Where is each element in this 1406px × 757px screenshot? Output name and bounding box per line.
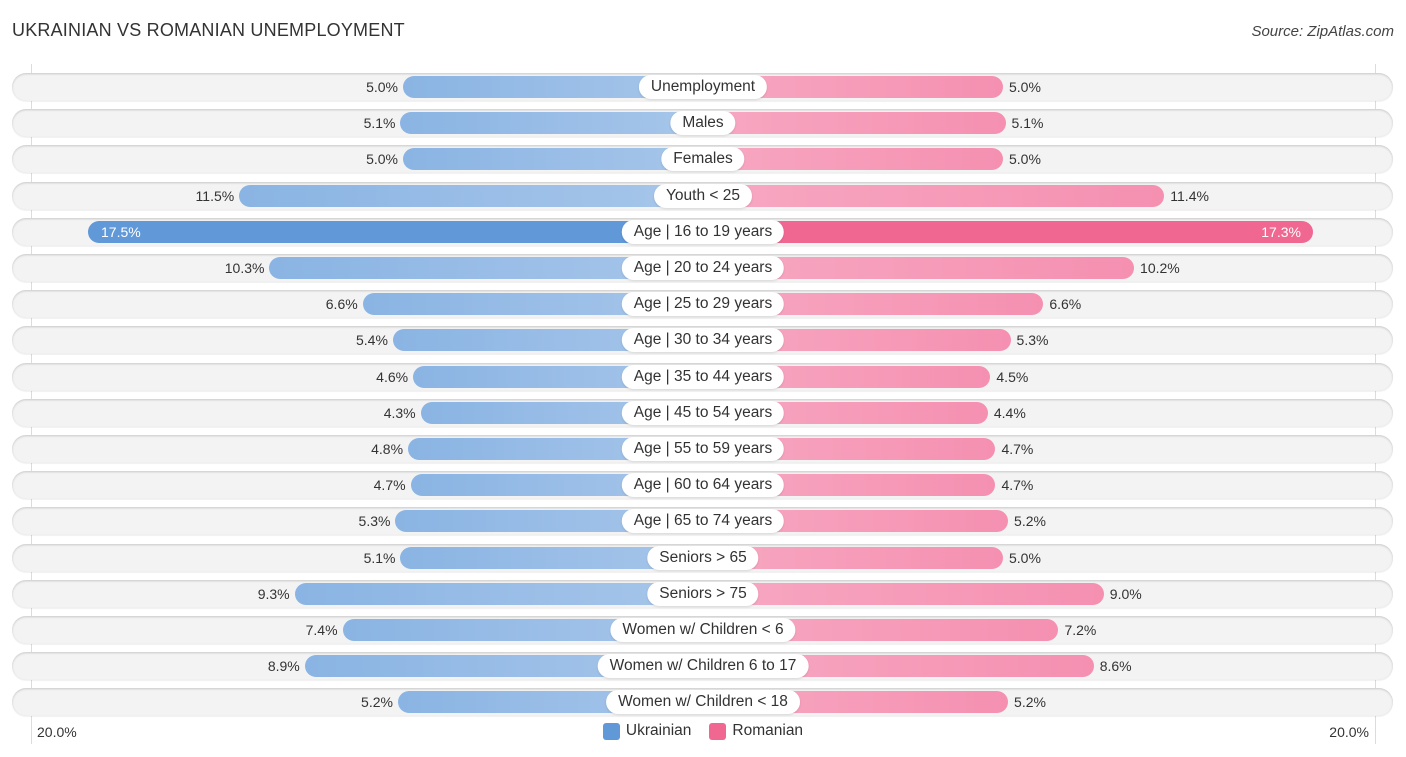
bar-romanian[interactable]: [703, 148, 1003, 170]
value-label-romanian: 4.4%: [993, 405, 1026, 421]
value-label-ukrainian: 5.2%: [361, 694, 393, 710]
category-label: Age | 55 to 59 years: [621, 437, 785, 461]
value-label-ukrainian: 4.3%: [383, 405, 416, 421]
value-label-romanian: 5.2%: [1014, 513, 1046, 529]
value-label-ukrainian: 5.0%: [366, 79, 398, 95]
value-label-ukrainian: 7.4%: [305, 622, 338, 638]
category-label: Age | 45 to 54 years: [621, 401, 785, 425]
bar-ukrainian[interactable]: [400, 112, 703, 134]
category-label: Age | 20 to 24 years: [621, 256, 785, 280]
category-label: Women w/ Children < 18: [606, 690, 800, 714]
category-label: Women w/ Children 6 to 17: [597, 654, 809, 678]
legend: Ukrainian Romanian: [0, 722, 1406, 740]
value-label-ukrainian: 11.5%: [195, 188, 235, 204]
category-label: Youth < 25: [654, 184, 752, 208]
legend-label-romanian: Romanian: [732, 722, 804, 739]
value-label-ukrainian: 5.1%: [363, 115, 396, 131]
value-label-romanian: 6.6%: [1049, 296, 1082, 312]
value-label-ukrainian: 5.3%: [358, 513, 391, 529]
category-label: Women w/ Children < 6: [610, 618, 796, 642]
value-label-ukrainian: 4.8%: [371, 441, 404, 457]
category-label: Age | 60 to 64 years: [621, 473, 785, 497]
category-label: Age | 65 to 74 years: [621, 509, 785, 533]
value-label-romanian: 7.2%: [1064, 622, 1097, 638]
category-label: Age | 25 to 29 years: [621, 292, 785, 316]
value-label-ukrainian: 6.6%: [325, 296, 358, 312]
value-label-romanian: 5.0%: [1009, 79, 1041, 95]
source-label: Source: ZipAtlas.com: [1251, 23, 1394, 40]
value-label-romanian: 4.7%: [1001, 441, 1034, 457]
bar-ukrainian[interactable]: [88, 221, 703, 243]
category-label: Age | 35 to 44 years: [621, 365, 785, 389]
value-label-romanian: 5.0%: [1009, 550, 1041, 566]
bar-ukrainian[interactable]: [294, 583, 703, 605]
legend-swatch-ukrainian: [602, 722, 620, 740]
bar-romanian[interactable]: [703, 185, 1165, 207]
value-label-ukrainian: 9.3%: [257, 586, 290, 602]
category-label: Males: [670, 111, 736, 135]
chart-title: UKRAINIAN VS ROMANIAN UNEMPLOYMENT: [12, 20, 405, 40]
value-label-romanian: 10.2%: [1140, 260, 1180, 276]
value-label-romanian: 4.5%: [996, 369, 1029, 385]
value-label-ukrainian: 4.7%: [373, 477, 406, 493]
category-label: Unemployment: [638, 75, 768, 99]
value-label-romanian: 17.3%: [1261, 224, 1301, 240]
value-label-romanian: 5.2%: [1014, 694, 1046, 710]
value-label-romanian: 8.6%: [1099, 658, 1132, 674]
value-label-ukrainian: 17.5%: [101, 224, 141, 240]
bar-ukrainian[interactable]: [239, 185, 703, 207]
category-label: Age | 30 to 34 years: [621, 328, 785, 352]
value-label-romanian: 11.4%: [1170, 188, 1209, 204]
legend-item-ukrainian[interactable]: Ukrainian: [602, 722, 692, 740]
bar-ukrainian[interactable]: [403, 148, 703, 170]
category-label: Seniors > 65: [647, 546, 759, 570]
value-label-romanian: 5.3%: [1016, 332, 1049, 348]
value-label-romanian: 5.0%: [1009, 151, 1041, 167]
bar-romanian[interactable]: [703, 583, 1104, 605]
value-label-ukrainian: 4.6%: [376, 369, 409, 385]
legend-label-ukrainian: Ukrainian: [625, 722, 692, 739]
value-label-romanian: 4.7%: [1001, 477, 1034, 493]
value-label-ukrainian: 5.0%: [366, 151, 398, 167]
category-label: Seniors > 75: [647, 582, 759, 606]
bar-romanian[interactable]: [703, 112, 1006, 134]
category-label: Age | 16 to 19 years: [621, 220, 785, 244]
value-label-ukrainian: 8.9%: [267, 658, 300, 674]
value-label-romanian: 9.0%: [1109, 586, 1142, 602]
value-label-ukrainian: 10.3%: [224, 260, 265, 276]
value-label-ukrainian: 5.4%: [356, 332, 388, 348]
legend-item-romanian[interactable]: Romanian: [709, 722, 803, 740]
legend-swatch-romanian: [709, 722, 727, 740]
value-label-romanian: 5.1%: [1011, 115, 1044, 131]
value-label-ukrainian: 5.1%: [363, 550, 396, 566]
category-label: Females: [661, 147, 745, 171]
bar-romanian[interactable]: [703, 221, 1313, 243]
